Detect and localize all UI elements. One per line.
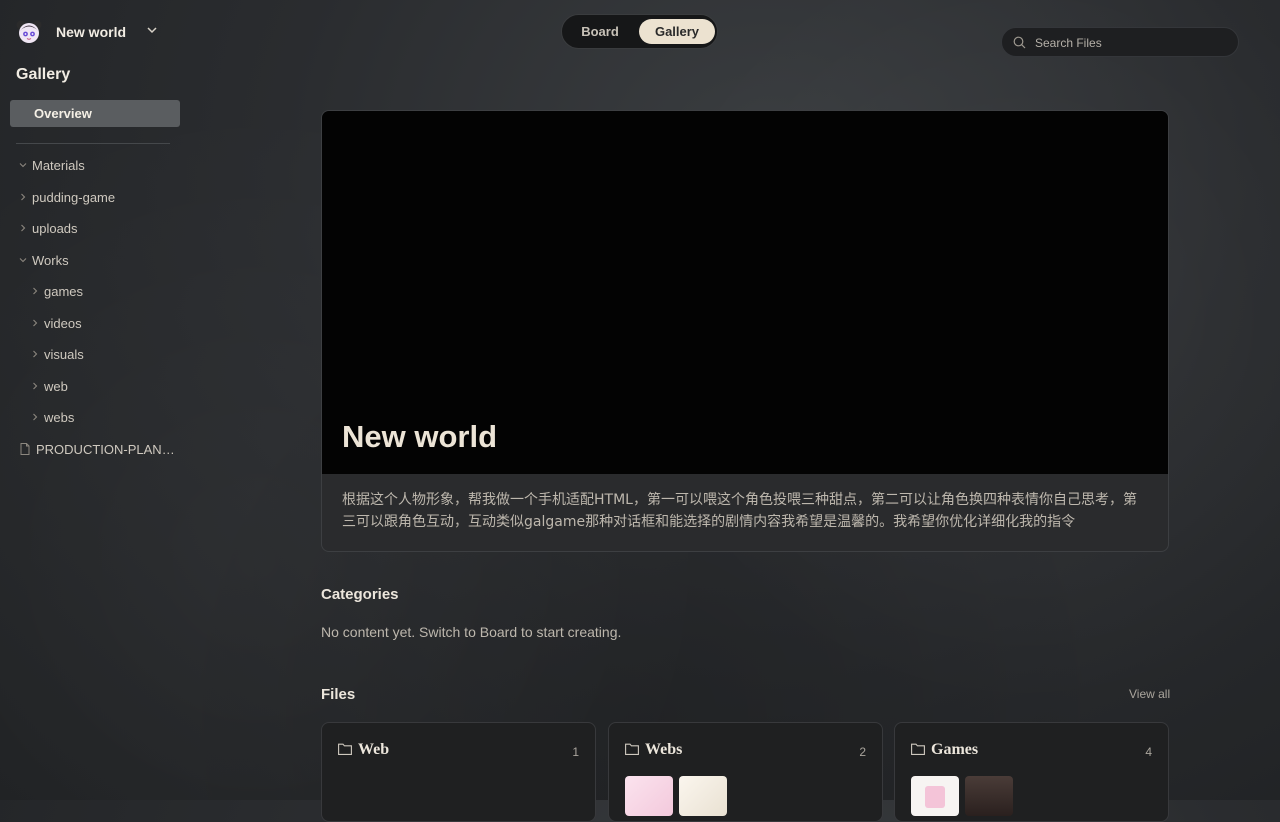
tree-item-materials[interactable]: Materials	[18, 155, 85, 175]
hero-description: 根据这个人物形象，帮我做一个手机适配HTML，第一可以喂这个角色投喂三种甜点，第…	[342, 492, 1137, 530]
tree-item-label: Materials	[32, 157, 85, 173]
file-thumbnail	[965, 776, 1013, 816]
folder-card-title: Webs	[645, 741, 683, 758]
tree-item-web[interactable]: web	[30, 376, 68, 396]
folder-card-title: Games	[931, 741, 979, 758]
search-box[interactable]	[1001, 27, 1239, 58]
folder-card-webs[interactable]: Webs 2	[608, 722, 883, 822]
chevron-right-icon	[33, 287, 38, 295]
hero-card: New world 根据这个人物形象，帮我做一个手机适配HTML，第一可以喂这个…	[321, 110, 1169, 552]
chevron-right-icon	[33, 319, 38, 327]
tree-item-label: Works	[32, 252, 69, 268]
avatar-logo-icon	[16, 20, 42, 43]
tab-board[interactable]: Board	[570, 19, 630, 44]
sidebar-item-overview[interactable]: Overview	[10, 100, 180, 127]
folder-card-count: 4	[1145, 745, 1152, 759]
search-input[interactable]	[1033, 28, 1232, 58]
search-icon	[1013, 36, 1026, 49]
folder-icon	[338, 743, 352, 755]
chevron-down-icon	[19, 163, 27, 168]
file-thumbnail	[625, 776, 673, 816]
folder-card-count: 1	[572, 745, 579, 759]
tree-item-label: visuals	[44, 346, 84, 362]
folder-card-count: 2	[859, 745, 866, 759]
tree-item-label: web	[44, 378, 68, 394]
tree-item-games[interactable]: games	[30, 281, 83, 301]
tree-item-pudding-game[interactable]: pudding-game	[18, 187, 115, 207]
tree-item-visuals[interactable]: visuals	[30, 344, 84, 364]
chevron-down-icon	[147, 27, 157, 34]
sidebar: New world Gallery Overview Materials pud…	[0, 0, 190, 800]
tree-item-label: uploads	[32, 220, 78, 236]
categories-title: Categories	[321, 586, 399, 603]
chevron-right-icon	[33, 350, 38, 358]
tree-item-production-plan[interactable]: PRODUCTION-PLAN....	[20, 439, 176, 459]
file-icon	[20, 443, 30, 455]
tree-item-webs[interactable]: webs	[30, 407, 74, 427]
tab-gallery[interactable]: Gallery	[639, 19, 715, 44]
folder-card-games[interactable]: Games 4	[894, 722, 1169, 822]
file-thumbnail	[911, 776, 959, 816]
sidebar-divider	[16, 143, 170, 144]
sidebar-title: Gallery	[16, 66, 71, 83]
tree-item-uploads[interactable]: uploads	[18, 218, 78, 238]
chevron-right-icon	[33, 382, 38, 390]
folder-icon	[911, 743, 925, 755]
chevron-right-icon	[21, 224, 26, 232]
hero-title: New world	[342, 419, 498, 454]
tree-item-label: PRODUCTION-PLAN....	[36, 441, 176, 457]
folder-card-web[interactable]: Web 1	[321, 722, 596, 822]
workspace-switcher[interactable]: New world	[16, 18, 166, 46]
files-title: Files	[321, 686, 356, 703]
tree-item-works[interactable]: Works	[18, 250, 69, 270]
tree-item-label: webs	[44, 409, 75, 425]
folder-card-title: Web	[358, 741, 390, 758]
view-toggle: Board Gallery	[561, 14, 718, 49]
file-thumbnail	[679, 776, 727, 816]
chevron-right-icon	[33, 413, 38, 421]
tree-item-label: pudding-game	[32, 189, 116, 205]
workspace-name: New world	[56, 24, 127, 40]
view-all-link[interactable]: View all	[1129, 687, 1170, 701]
tree-item-label: games	[44, 283, 84, 299]
chevron-right-icon	[21, 193, 26, 201]
chevron-down-icon	[19, 258, 27, 263]
folder-icon	[625, 743, 639, 755]
tree-item-label: videos	[44, 315, 82, 331]
tree-item-videos[interactable]: videos	[30, 313, 82, 333]
categories-empty-text: No content yet. Switch to Board to start…	[321, 624, 622, 640]
